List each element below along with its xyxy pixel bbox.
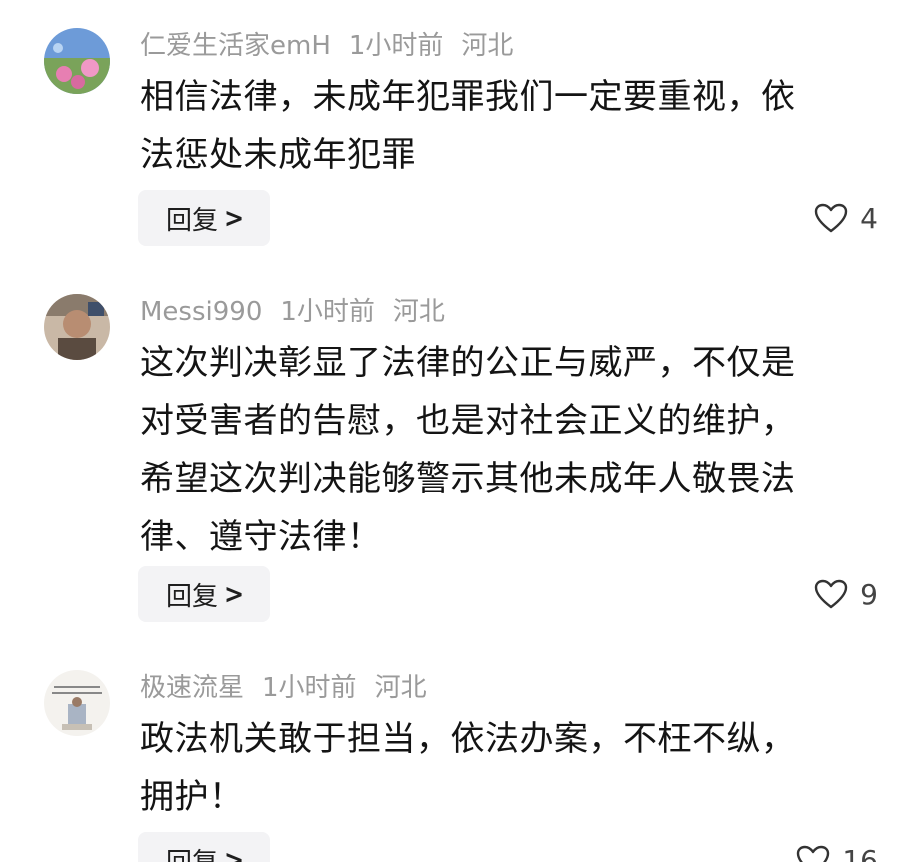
chevron-right-icon: > xyxy=(223,844,245,862)
user-avatar[interactable] xyxy=(44,670,110,736)
reply-button[interactable]: 回复 > xyxy=(138,190,270,246)
comment-text: 政法机关敢于担当，依法办案，不枉不纵， 拥护！ xyxy=(140,710,870,826)
comment-meta: 极速流星 1小时前 河北 xyxy=(140,672,445,704)
comment-line: 这次判决彰显了法律的公正与威严，不仅是 xyxy=(140,343,796,383)
user-avatar[interactable] xyxy=(44,28,110,94)
like-button[interactable]: 16 xyxy=(796,832,878,862)
like-button[interactable]: 4 xyxy=(814,190,878,246)
comment-time: 1小时前 xyxy=(262,673,357,703)
reply-button[interactable]: 回复 > xyxy=(138,832,270,862)
username[interactable]: 仁爱生活家emH xyxy=(140,31,331,61)
comment-item: 仁爱生活家emH 1小时前 河北 相信法律，未成年犯罪我们一定要重视，依 法惩处未成… xyxy=(0,0,922,262)
reply-label: 回复 xyxy=(166,842,218,862)
chevron-right-icon: > xyxy=(223,578,245,610)
reply-button[interactable]: 回复 > xyxy=(138,566,270,622)
comment-feed: 仁爱生活家emH 1小时前 河北 相信法律，未成年犯罪我们一定要重视，依 法惩处未成… xyxy=(0,0,922,862)
comment-location: 河北 xyxy=(392,297,445,327)
like-button[interactable]: 9 xyxy=(814,566,878,622)
heart-outline-icon xyxy=(814,579,848,609)
reply-label: 回复 xyxy=(165,205,218,236)
comment-meta: Messi990 1小时前 河北 xyxy=(140,296,463,328)
comment-location: 河北 xyxy=(374,673,427,703)
comment-line: 律、遵守法律！ xyxy=(140,517,382,557)
comment-line: 拥护！ xyxy=(140,777,244,817)
chevron-right-icon: > xyxy=(223,202,245,234)
username[interactable]: 极速流星 xyxy=(140,673,244,703)
comment-time: 1小时前 xyxy=(280,297,375,327)
comment-line: 相信法律，未成年犯罪我们一定要重视，依 xyxy=(140,77,796,117)
comment-time: 1小时前 xyxy=(348,31,444,61)
comment-item: 极速流星1小时前河北 政法机关敢于担当，依法办案，不枉不纵， 拥护！ 回复 > … xyxy=(0,646,922,862)
heart-outline-icon xyxy=(797,845,830,862)
username[interactable]: Messi990 xyxy=(140,297,262,327)
comment-line: 对受害者的告慰，也是对社会正义的维护， xyxy=(140,401,796,441)
like-count: 9 xyxy=(860,577,878,611)
user-avatar[interactable] xyxy=(44,294,110,360)
comment-line: 希望这次判决能够警示其他未成年人敬畏法 xyxy=(140,459,796,499)
comment-text: 相信法律，未成年犯罪我们一定要重视，依 法惩处未成年犯罪 xyxy=(140,68,870,184)
comment-line: 政法机关敢于担当，依法办案，不枉不纵， xyxy=(140,719,796,759)
heart-outline-icon xyxy=(814,203,848,233)
like-count: 16 xyxy=(842,843,878,862)
comment-meta: 仁爱生活家emH 1小时前 河北 xyxy=(140,30,531,62)
comment-text: 这次判决彰显了法律的公正与威严，不仅是 对受害者的告慰，也是对社会正义的维护， … xyxy=(140,334,870,566)
comment-item: Messi990 1小时前 河北 这次判决彰显了法律的公正与威严，不仅是 对受害者的… xyxy=(0,262,922,646)
comment-line: 法惩处未成年犯罪 xyxy=(140,135,416,175)
comment-location: 河北 xyxy=(461,31,514,61)
reply-label: 回复 xyxy=(165,581,218,612)
like-count: 4 xyxy=(860,201,878,235)
